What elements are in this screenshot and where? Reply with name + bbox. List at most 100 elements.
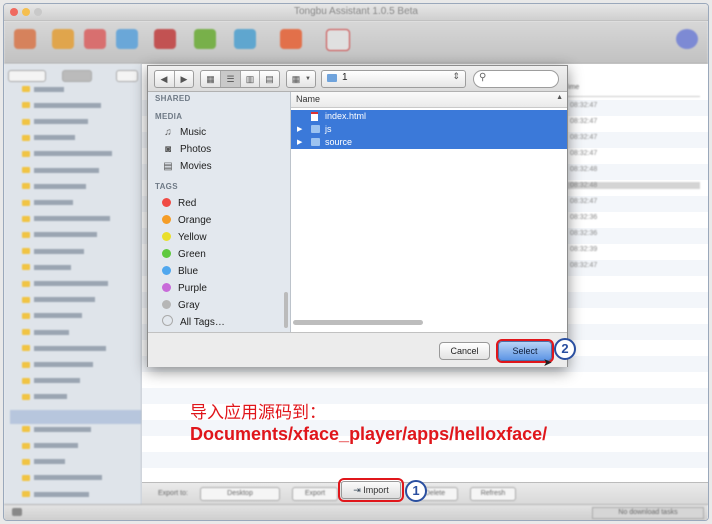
time-column: Time 08:32:47 08:32:47 08:32:47 08:32:47 08:… <box>564 84 700 484</box>
sidebar-folder-row[interactable] <box>22 312 82 325</box>
sidebar-folder-row[interactable] <box>22 426 91 438</box>
toolbar-files-icon[interactable] <box>116 29 138 49</box>
music-note-icon: ♫ <box>164 127 172 138</box>
sidebar-folder-row[interactable] <box>22 199 73 211</box>
sidebar-tag-item[interactable]: Blue <box>162 264 198 279</box>
refresh-button[interactable]: Refresh <box>470 487 516 501</box>
back-forward-buttons[interactable] <box>8 70 46 82</box>
view-mode-segment: ▦ ☰ ▥ ▤ <box>200 70 280 88</box>
sidebar-tag-item[interactable]: Purple <box>162 281 207 296</box>
disclosure-triangle-icon[interactable]: ▶ <box>297 123 302 136</box>
toolbar-ebook-icon[interactable] <box>194 29 216 49</box>
sidebar-tag-item[interactable]: Gray <box>162 298 200 313</box>
sidebar-folder-row[interactable] <box>22 215 110 228</box>
sidebar-folder-row[interactable] <box>22 345 106 357</box>
time-cell: 08:32:47 <box>570 102 598 109</box>
sort-up-icon: ▲ <box>556 94 563 101</box>
file-name: source <box>325 137 353 147</box>
sidebar-folder-row[interactable] <box>22 150 112 163</box>
sidebar-folder-row[interactable] <box>22 491 89 503</box>
toolbar-app-icon[interactable] <box>14 29 36 49</box>
sidebar-tag-item[interactable]: Red <box>162 196 196 211</box>
step-one-badge: 1 <box>405 480 427 502</box>
camera-icon: ◙ <box>164 144 172 155</box>
folder-icon <box>311 125 320 133</box>
download-status[interactable]: No download tasks <box>592 507 704 519</box>
cancel-button[interactable]: Cancel <box>439 342 490 360</box>
sidebar-tag-item[interactable]: Green <box>162 247 206 262</box>
time-cell: 08:32:39 <box>570 246 598 253</box>
sidebar-folder-row[interactable] <box>22 86 64 98</box>
sidebar-folder-row[interactable] <box>22 296 95 309</box>
sidebar-selected-row[interactable] <box>10 410 141 424</box>
toolbar-calendar-icon[interactable] <box>326 29 350 51</box>
sidebar-folder-row[interactable] <box>22 280 108 292</box>
sidebar-folder-row[interactable] <box>22 442 78 454</box>
search-input[interactable]: ⚲ <box>473 70 559 88</box>
name-column-header[interactable]: Name ▲ <box>291 92 567 108</box>
disclosure-triangle-icon[interactable]: ▶ <box>297 136 302 149</box>
file-row[interactable]: ▶ source <box>291 136 567 149</box>
icon-view-icon[interactable]: ▦ <box>201 71 220 87</box>
folder-icon <box>22 329 30 336</box>
folder-icon <box>22 296 30 303</box>
horizontal-scrollbar[interactable] <box>293 320 423 325</box>
coverflow-view-icon[interactable]: ▤ <box>260 71 279 87</box>
import-button[interactable]: ⇥ Import <box>338 478 404 502</box>
tag-color-dot <box>162 215 171 224</box>
export-destination-select[interactable]: Desktop <box>200 487 280 501</box>
folder-name-blur <box>34 491 89 497</box>
tag-color-dot <box>162 283 171 292</box>
back-arrow-icon[interactable]: ◀ <box>155 71 173 87</box>
sidebar-scrollbar[interactable] <box>284 292 288 328</box>
sidebar-folder-row[interactable] <box>22 474 102 487</box>
sidebar-folder-row[interactable] <box>22 118 88 130</box>
view-toggle[interactable] <box>62 70 92 82</box>
sidebar-folder-row[interactable] <box>22 231 97 244</box>
file-row[interactable]: ▶ js <box>291 123 567 136</box>
time-cell: 08:32:48 <box>564 182 700 189</box>
sidebar-folder-row[interactable] <box>22 248 84 260</box>
folder-icon <box>22 393 30 400</box>
arrange-menu[interactable]: ▦ ▼ <box>286 70 316 88</box>
sidebar-folder-row[interactable] <box>22 183 86 195</box>
sidebar-folder-row[interactable] <box>22 264 71 276</box>
main-toolbar <box>4 21 708 64</box>
path-popup[interactable]: 1 ⇕ <box>321 70 466 88</box>
sidebar-tag-item[interactable]: Yellow <box>162 230 207 245</box>
export-button[interactable]: Export <box>292 487 338 501</box>
sidebar-folder-row[interactable] <box>22 458 65 471</box>
sidebar-tag-item[interactable]: All Tags… <box>162 315 225 330</box>
folder-name-blur <box>34 281 108 287</box>
sidebar-item-photos[interactable]: ◙ Photos <box>162 142 211 157</box>
folder-name-blur <box>34 167 99 173</box>
toolbar-music-icon[interactable] <box>84 29 106 49</box>
folder-name-blur <box>34 426 91 432</box>
annotation-line-2: Documents/xface_player/apps/helloxface/ <box>190 424 548 444</box>
sidebar-tag-item[interactable]: Orange <box>162 213 211 228</box>
sidebar-tag-label: Gray <box>178 300 200 311</box>
file-row[interactable]: index.html <box>291 110 567 123</box>
folder-name-blur <box>34 378 80 384</box>
sidebar-folder-row[interactable] <box>22 377 80 390</box>
sidebar-folder-row[interactable] <box>22 329 69 341</box>
sidebar-folder-row[interactable] <box>22 134 75 147</box>
sidebar-item-movies[interactable]: ▤ Movies <box>162 159 211 174</box>
sidebar-folder-row[interactable] <box>22 167 99 179</box>
toolbar-backup-icon[interactable] <box>280 29 302 49</box>
sidebar-folder-row[interactable] <box>22 102 101 114</box>
sidebar-folder-row[interactable] <box>22 361 93 373</box>
sidebar-folder-row[interactable] <box>22 393 67 406</box>
list-view-icon[interactable]: ☰ <box>221 71 240 87</box>
tag-color-dot <box>162 232 171 241</box>
forward-arrow-icon[interactable]: ▶ <box>175 71 193 87</box>
sidebar-item-music[interactable]: ♫ Music <box>162 125 206 140</box>
toolbar-photos-icon[interactable] <box>154 29 176 49</box>
column-view-icon[interactable]: ▥ <box>241 71 259 87</box>
toolbar-user-icon[interactable] <box>676 29 698 49</box>
toolbar-apps-icon[interactable] <box>52 29 74 49</box>
toolbar-video-icon[interactable] <box>234 29 256 49</box>
back-forward-segment[interactable]: ◀ ▶ <box>154 70 194 88</box>
open-file-dialog: ◀ ▶ ▦ ☰ ▥ ▤ ▦ ▼ 1 ⇕ ⚲ SHARED MEDIA ♫ Mus… <box>147 65 568 367</box>
gear-icon[interactable] <box>116 70 138 82</box>
